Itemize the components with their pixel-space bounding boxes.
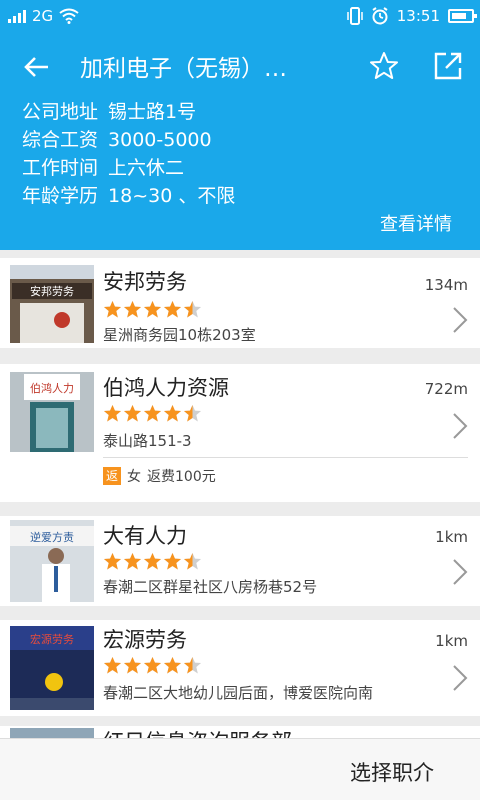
photo-sign-text: 伯鸿人力 (30, 381, 74, 395)
chevron-right-icon (453, 307, 468, 333)
info-row-age-education: 年龄学历 18~30 、不限 (22, 185, 236, 207)
agency-card[interactable]: 伯鸿人力 伯鸿人力资源 泰山路151-3 722m 返 女 返费100元 (0, 364, 480, 502)
view-details-link[interactable]: 查看详情 (380, 210, 452, 236)
signal-icon (8, 9, 26, 23)
info-row-salary: 综合工资 3000-5000 (22, 129, 212, 151)
agency-address: 泰山路151-3 (103, 432, 192, 450)
company-header: 加利电子（无锡）… 公司地址 锡士路1号 综合工资 3000-5000 工作时间 上六… (0, 32, 480, 250)
rating-stars (103, 404, 202, 423)
agency-address: 春潮二区大地幼儿园后面，博爱医院向南 (103, 684, 374, 702)
agency-name: 大有人力 (103, 524, 187, 548)
agency-card[interactable]: 安邦劳务 安邦劳务 星洲商务园10栋203室 134m (0, 258, 480, 348)
star-icon (183, 552, 202, 570)
rebate-amount: 返费100元 (147, 469, 216, 485)
gender-requirement: 女 (127, 469, 141, 485)
star-icon (103, 552, 122, 570)
top-bar: 加利电子（无锡）… (0, 32, 480, 100)
star-icon (163, 552, 182, 570)
agency-card[interactable]: 逆爱方责 大有人力 春潮二区群星社区八房杨巷52号 1km (0, 516, 480, 606)
agency-address: 春潮二区群星社区八房杨巷52号 (103, 578, 318, 596)
alarm-icon (372, 7, 388, 25)
battery-icon (448, 9, 477, 23)
chevron-right-icon (453, 413, 468, 439)
star-icon (103, 656, 122, 674)
star-icon (183, 300, 202, 318)
info-row-address: 公司地址 锡士路1号 (22, 101, 197, 123)
share-icon[interactable] (432, 50, 464, 82)
agency-photo: 伯鸿人力 (10, 372, 94, 452)
network-type: 2G (32, 7, 54, 25)
star-icon (143, 300, 162, 318)
wifi-icon (59, 8, 79, 24)
rebate-info: 返 女 返费100元 (103, 466, 216, 486)
agency-name: 伯鸿人力资源 (103, 376, 229, 400)
company-info: 公司地址 锡士路1号 综合工资 3000-5000 工作时间 上六休二 年龄学历 18~… (22, 98, 235, 210)
info-row-hours: 工作时间 上六休二 (22, 157, 185, 179)
chevron-right-icon (453, 665, 468, 691)
star-icon (143, 404, 162, 422)
star-icon (123, 552, 142, 570)
rating-stars (103, 656, 202, 675)
star-icon (103, 300, 122, 318)
photo-sign-text: 宏源劳务 (30, 632, 74, 646)
agency-distance: 1km (435, 528, 468, 546)
agency-photo: 安邦劳务 (10, 265, 94, 343)
bottom-bar: 选择职介 (0, 738, 480, 800)
agency-photo: 逆爱方责 (10, 520, 94, 602)
agency-card[interactable]: 宏源劳务 宏源劳务 春潮二区大地幼儿园后面，博爱医院向南 1km (0, 620, 480, 716)
agency-name: 宏源劳务 (103, 628, 187, 652)
rating-stars (103, 552, 202, 571)
page-title: 加利电子（无锡）… (80, 56, 287, 82)
choose-agency-button[interactable]: 选择职介 (350, 757, 434, 787)
star-icon (183, 404, 202, 422)
agency-distance: 134m (424, 276, 468, 294)
photo-sign-text: 逆爱方责 (30, 530, 74, 544)
divider (103, 457, 468, 458)
clock: 13:51 (396, 7, 440, 25)
star-icon (163, 656, 182, 674)
star-icon (103, 404, 122, 422)
rebate-badge: 返 (103, 467, 121, 485)
back-arrow-icon[interactable] (20, 50, 54, 84)
status-bar: 2G 13:51 (0, 0, 480, 32)
star-icon (123, 656, 142, 674)
chevron-right-icon (453, 559, 468, 585)
star-icon (143, 656, 162, 674)
agency-address: 星洲商务园10栋203室 (103, 326, 256, 344)
photo-sign-text: 安邦劳务 (30, 284, 74, 298)
star-icon (123, 300, 142, 318)
favorite-star-icon[interactable] (368, 50, 400, 82)
star-icon (183, 656, 202, 674)
agency-distance: 722m (424, 380, 468, 398)
agency-distance: 1km (435, 632, 468, 650)
star-icon (143, 552, 162, 570)
star-icon (123, 404, 142, 422)
agency-photo: 宏源劳务 (10, 626, 94, 710)
star-icon (163, 300, 182, 318)
vibrate-icon (347, 7, 363, 25)
agency-name: 安邦劳务 (103, 270, 187, 294)
star-icon (163, 404, 182, 422)
rating-stars (103, 300, 202, 319)
